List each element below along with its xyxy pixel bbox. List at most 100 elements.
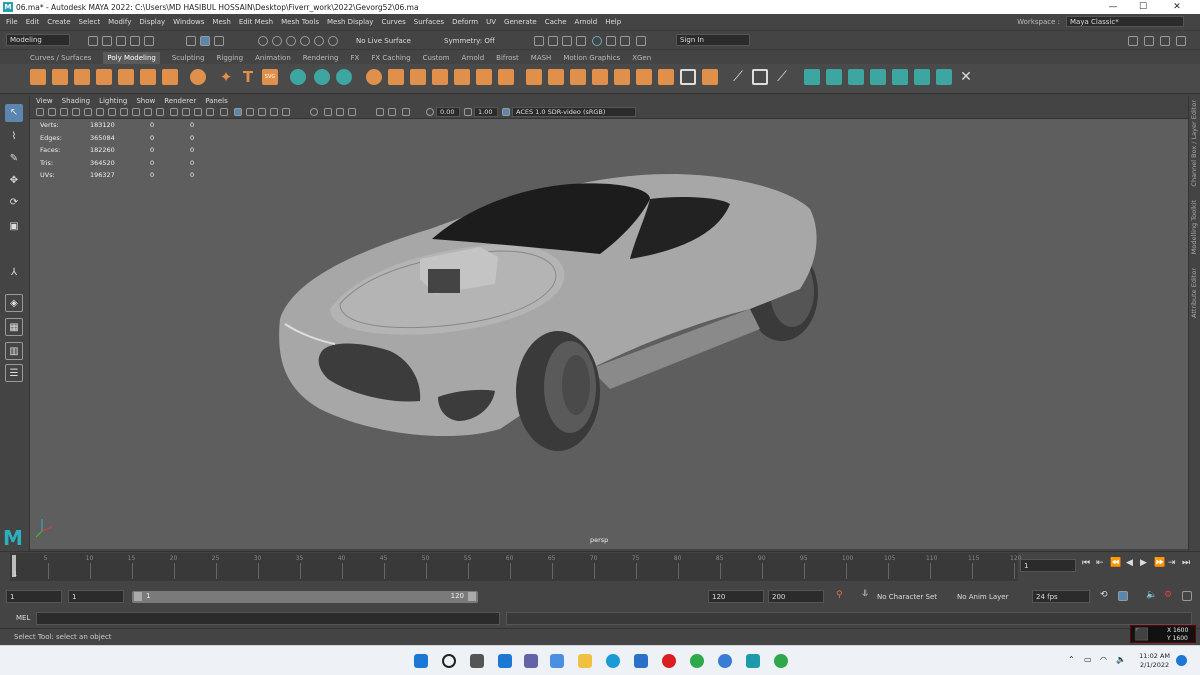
animation-start-field[interactable]: 1 [6, 590, 62, 603]
select-object-icon[interactable] [200, 36, 210, 46]
nurbs-to-poly-icon[interactable] [314, 69, 330, 85]
tool-settings-icon[interactable] [1160, 36, 1170, 46]
symmetry-label[interactable]: Symmetry: Off [444, 37, 495, 45]
gamma-field[interactable]: 1.00 [474, 107, 498, 117]
cylindrical-mapping-icon[interactable] [826, 69, 842, 85]
poly-cone-icon[interactable] [96, 69, 112, 85]
film-gate-icon[interactable] [120, 108, 128, 116]
2d-pan-zoom-icon[interactable] [84, 108, 92, 116]
auto-key-icon[interactable]: ⚲ [836, 590, 843, 600]
poly-cylinder-icon[interactable] [74, 69, 90, 85]
render-settings-icon[interactable] [576, 36, 586, 46]
xray-icon[interactable] [324, 108, 332, 116]
close-icon[interactable]: ✕ [1162, 0, 1192, 14]
isolate-select-icon[interactable] [310, 108, 318, 116]
widgets-icon[interactable] [498, 654, 512, 668]
audio-icon[interactable]: 🔈 [1146, 590, 1157, 600]
wireframe-on-shaded-icon[interactable] [220, 108, 228, 116]
loop-icon[interactable]: ⟲ [1100, 590, 1108, 600]
poly-plane-icon[interactable] [140, 69, 156, 85]
tab-curves-surfaces[interactable]: Curves / Surfaces [30, 52, 91, 64]
chat-icon[interactable] [524, 654, 538, 668]
viewport-menu-shading[interactable]: Shading [62, 96, 90, 106]
step-forward-key-icon[interactable]: ⇥ [1168, 558, 1176, 568]
anim-layer-dropdown[interactable]: No Anim Layer [957, 593, 1008, 601]
character-set-icon[interactable]: ⥥ [862, 589, 869, 599]
go-to-start-icon[interactable]: ⏮ [1082, 558, 1090, 568]
separate-icon[interactable] [388, 69, 404, 85]
menu-edit[interactable]: Edit [26, 18, 40, 26]
snap-curve-icon[interactable] [272, 36, 282, 46]
smooth-icon[interactable] [454, 69, 470, 85]
four-view-layout-icon[interactable]: ▦ [5, 318, 23, 336]
step-back-key-icon[interactable]: ⇤ [1096, 558, 1104, 568]
poly-platonic-icon[interactable] [190, 69, 206, 85]
lasso-tool-icon[interactable]: ⌇ [5, 128, 23, 146]
poly-torus-icon[interactable] [118, 69, 134, 85]
gamma-icon[interactable] [464, 108, 472, 116]
file-explorer-icon[interactable] [578, 654, 592, 668]
combine-icon[interactable] [366, 69, 382, 85]
field-chart-icon[interactable] [156, 108, 164, 116]
animation-end-field[interactable]: 200 [768, 590, 824, 603]
paint-select-icon[interactable]: ✎ [5, 150, 23, 168]
undo-icon[interactable] [130, 36, 140, 46]
append-polygon-icon[interactable] [592, 69, 608, 85]
new-scene-icon[interactable] [88, 36, 98, 46]
automatic-mapping-icon[interactable] [870, 69, 886, 85]
step-forward-frame-icon[interactable]: ⏩ [1154, 558, 1165, 568]
tab-mash[interactable]: MASH [531, 52, 552, 64]
menu-arnold[interactable]: Arnold [575, 18, 598, 26]
checker-map-icon[interactable] [914, 69, 930, 85]
image-plane-icon[interactable] [72, 108, 80, 116]
live-surface-label[interactable]: No Live Surface [356, 37, 411, 45]
mirror-icon[interactable] [498, 69, 514, 85]
outliner-icon[interactable]: ☰ [5, 364, 23, 382]
xray-joints-icon[interactable] [336, 108, 344, 116]
viewport-menu-show[interactable]: Show [136, 96, 155, 106]
multi-cut-tool-icon[interactable]: ⟋ [730, 69, 746, 85]
play-backward-icon[interactable]: ◀ [1126, 558, 1133, 568]
time-ruler[interactable]: 1 5 10 15 20 25 30 35 40 45 50 55 60 65 70 75 80 85 90 95 1… [10, 553, 1021, 581]
single-perspective-layout-icon[interactable]: ◈ [5, 294, 23, 312]
arnold-render-icon[interactable] [606, 36, 616, 46]
tab-sculpting[interactable]: Sculpting [172, 52, 205, 64]
channel-box-icon[interactable] [1176, 36, 1186, 46]
menu-create[interactable]: Create [47, 18, 70, 26]
playback-start-field[interactable]: 1 [68, 590, 124, 603]
tab-xgen[interactable]: XGen [632, 52, 651, 64]
offset-edge-loop-icon[interactable]: ⟋ [774, 69, 790, 85]
anim-prefs-icon[interactable]: ⚙ [1164, 590, 1172, 600]
colorspace-dropdown[interactable]: ACES 1.0 SDR-video (sRGB) [512, 107, 636, 117]
bridge-icon[interactable] [548, 69, 564, 85]
workspace-dropdown[interactable]: Maya Classic* [1066, 16, 1184, 27]
poly-cube-icon[interactable] [52, 69, 68, 85]
menu-edit-mesh[interactable]: Edit Mesh [239, 18, 273, 26]
render-view-icon[interactable] [534, 36, 544, 46]
display-color-icon[interactable] [388, 108, 396, 116]
range-start-handle[interactable] [134, 592, 142, 601]
range-end-handle[interactable] [468, 592, 476, 601]
open-scene-icon[interactable] [102, 36, 112, 46]
current-frame-field[interactable]: 1 [1020, 559, 1076, 572]
menu-select[interactable]: Select [79, 18, 101, 26]
multi-cut-icon[interactable] [658, 69, 674, 85]
use-all-lights-icon[interactable] [246, 108, 254, 116]
menu-generate[interactable]: Generate [504, 18, 537, 26]
select-component-icon[interactable] [214, 36, 224, 46]
snap-grid-icon[interactable] [258, 36, 268, 46]
photos-icon[interactable] [550, 654, 564, 668]
mel-input[interactable] [36, 612, 500, 625]
opera-icon[interactable] [662, 654, 676, 668]
render-setup-icon[interactable] [620, 36, 630, 46]
menu-mesh-tools[interactable]: Mesh Tools [281, 18, 319, 26]
viewport-persp[interactable]: Verts: 183120 0 0 Edges: 365084 0 0 Faces: 1822… [30, 119, 1188, 549]
tab-custom[interactable]: Custom [423, 52, 450, 64]
cut-uv-icon[interactable]: ✕ [958, 69, 974, 85]
bevel-icon[interactable] [570, 69, 586, 85]
tab-rendering[interactable]: Rendering [303, 52, 339, 64]
menu-mesh[interactable]: Mesh [212, 18, 230, 26]
merge-icon[interactable] [680, 69, 696, 85]
select-camera-icon[interactable] [36, 108, 44, 116]
tab-rigging[interactable]: Rigging [217, 52, 244, 64]
